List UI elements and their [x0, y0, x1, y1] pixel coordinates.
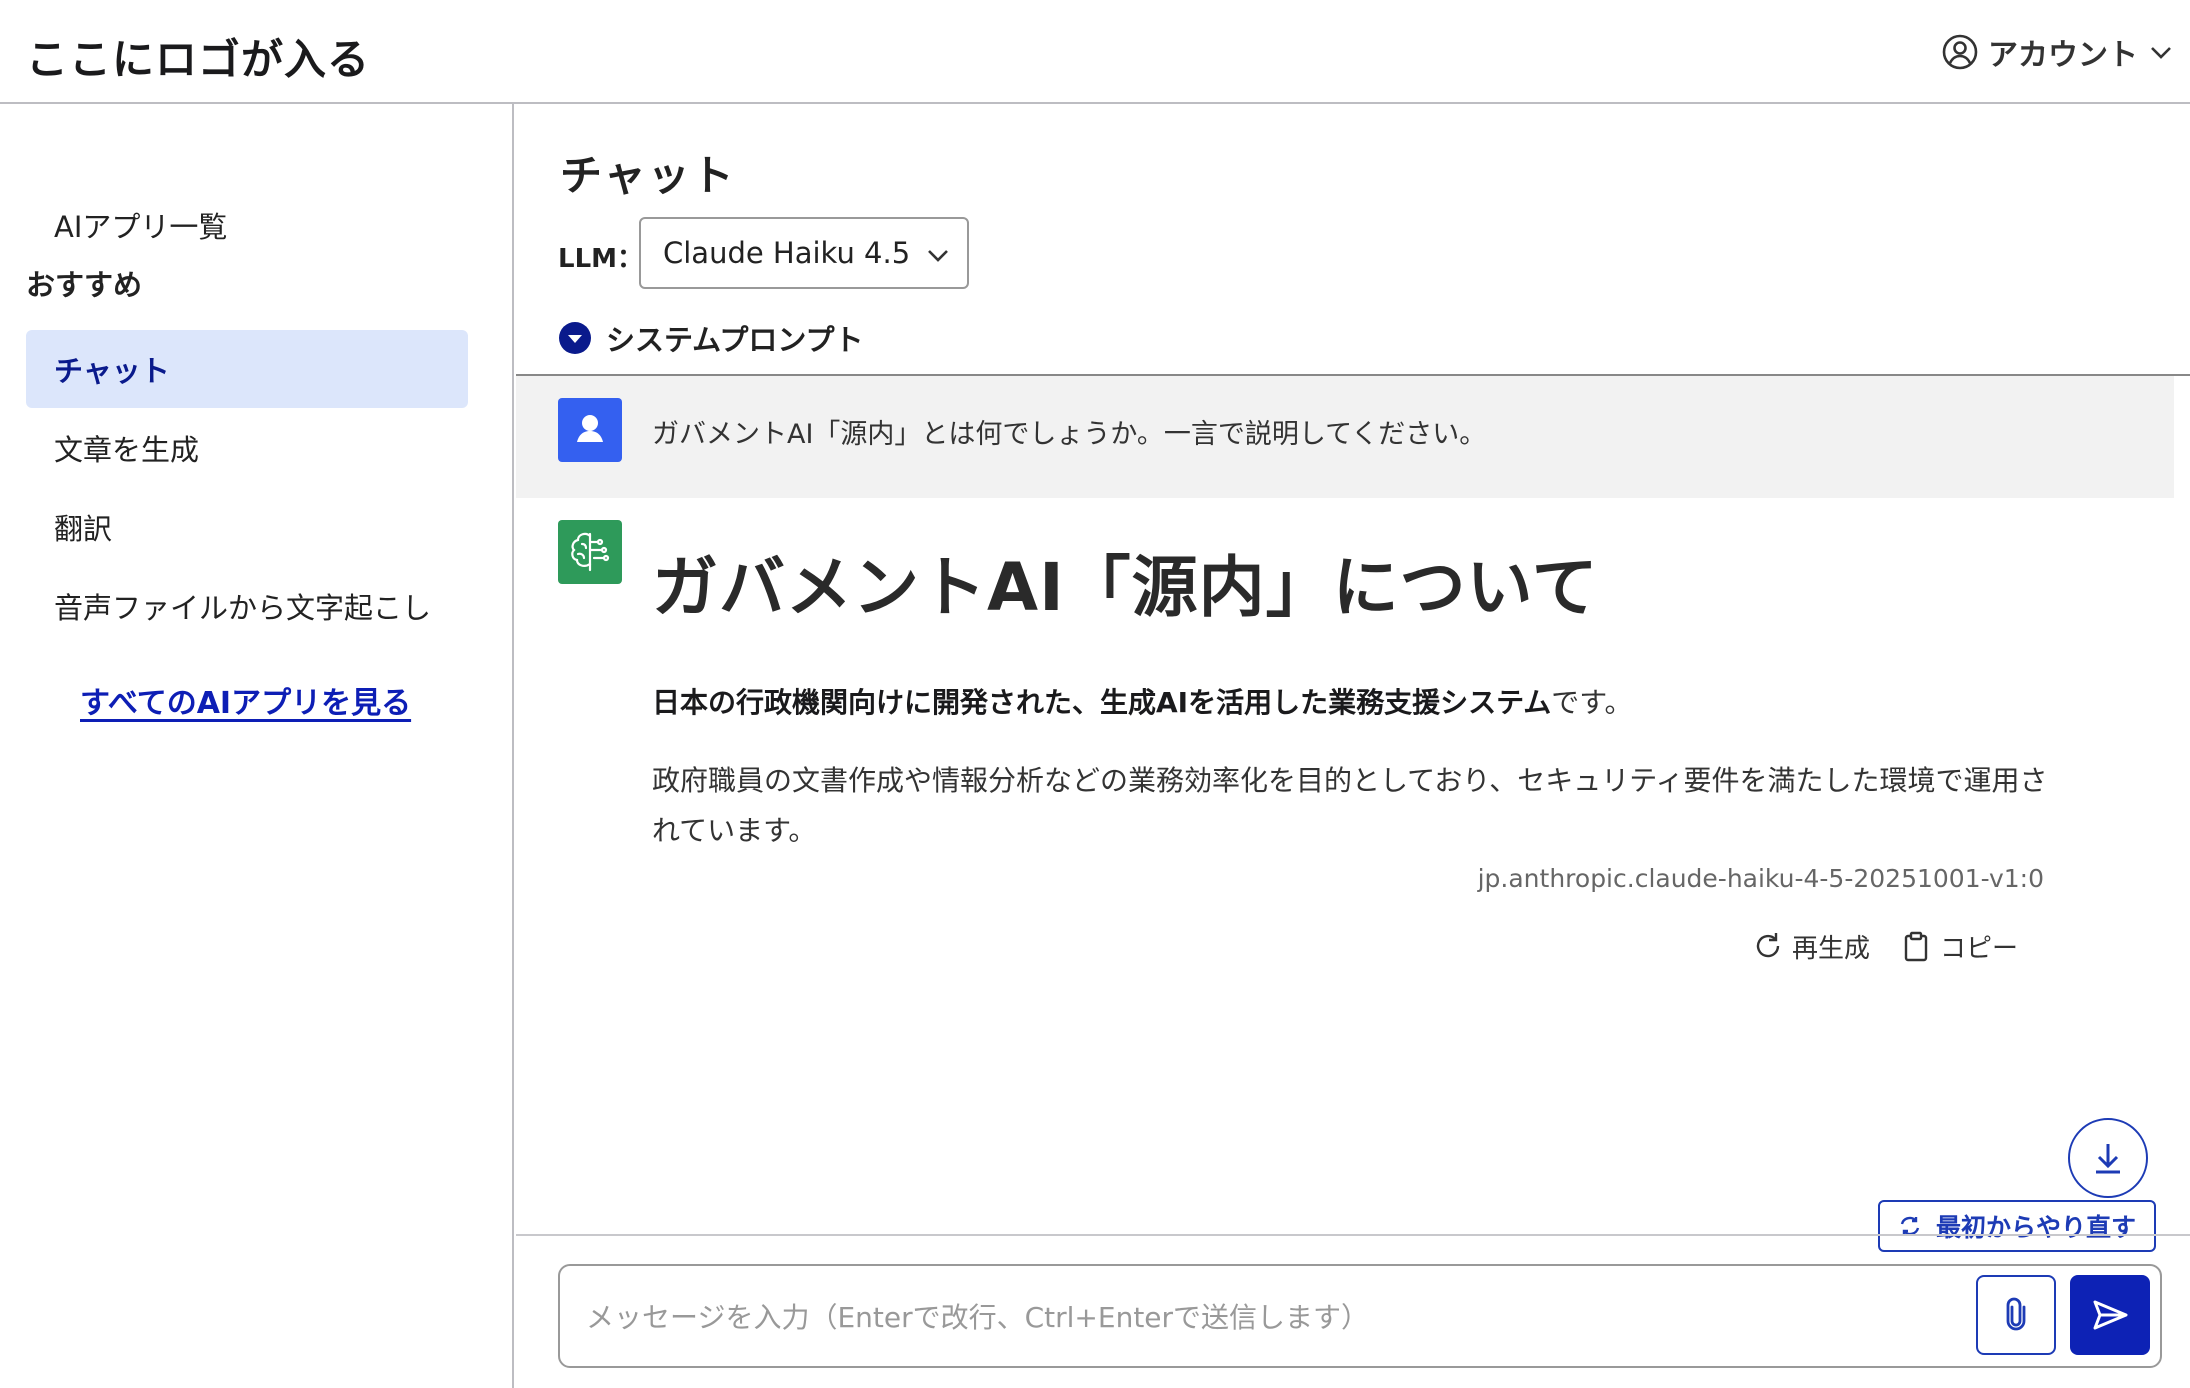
copy-button[interactable]: コピー: [1900, 926, 2018, 966]
brain-icon: [571, 532, 610, 572]
logo[interactable]: ここにロゴが入る: [26, 26, 370, 87]
system-prompt-label: システムプロンプト: [606, 323, 864, 357]
restart-label: 最初からやり直す: [1935, 1213, 2136, 1242]
send-button[interactable]: [2070, 1275, 2150, 1355]
sidebar-item-generate-text[interactable]: 文章を生成: [26, 409, 468, 487]
copy-label: コピー: [1940, 933, 2019, 964]
chevron-down-icon: [2148, 39, 2174, 65]
sidebar-item-label: 音声ファイルから文字起こし: [54, 591, 432, 625]
message-input[interactable]: [586, 1296, 1916, 1338]
ai-avatar: [558, 520, 622, 584]
answer-bold-text: 日本の行政機関向けに開発された、生成AIを活用した業務支援システム: [652, 686, 1552, 719]
account-label: アカウント: [1988, 38, 2138, 73]
user-message-row: ガバメントAI「源内」とは何でしょうか。一言で説明してください。: [516, 376, 2174, 498]
account-menu[interactable]: アカウント: [1942, 28, 2174, 76]
answer-paragraph-1: 日本の行政機関向けに開発された、生成AIを活用した業務支援システムです。: [652, 681, 1632, 721]
sidebar-heading-recommended: おすすめ: [26, 268, 143, 302]
sidebar-item-label: AIアプリ一覧: [54, 210, 228, 244]
llm-selected-value: Claude Haiku 4.5: [663, 236, 911, 270]
answer-heading: ガバメントAI「源内」について: [652, 549, 1599, 626]
sidebar-item-label: 文章を生成: [54, 433, 200, 467]
send-icon: [2093, 1300, 2128, 1330]
arrow-down-icon: [2096, 1144, 2120, 1174]
regenerate-button[interactable]: 再生成: [1752, 926, 1870, 966]
answer-text: です。: [1551, 686, 1633, 719]
sidebar-item-chat[interactable]: チャット: [26, 330, 468, 408]
sidebar-item-label: 翻訳: [54, 512, 113, 546]
answer-paragraph-2: 政府職員の文書作成や情報分析などの業務効率化を目的としており、セキュリティ要件を…: [652, 764, 2048, 847]
system-prompt-toggle[interactable]: システムプロンプト: [558, 316, 864, 360]
llm-label: LLM：: [558, 244, 644, 274]
sidebar-item-transcribe[interactable]: 音声ファイルから文字起こし: [26, 567, 468, 645]
llm-select[interactable]: Claude Haiku 4.5: [639, 217, 969, 289]
sidebar-item-translate[interactable]: 翻訳: [26, 488, 468, 566]
expand-circle-icon: [559, 322, 591, 354]
message-input-container: [558, 1264, 2162, 1368]
all-apps-link[interactable]: すべてのAIアプリを見る: [80, 678, 411, 722]
refresh-icon: [1756, 933, 1780, 958]
user-avatar: [558, 398, 622, 462]
app-header: ここにロゴが入る アカウント: [0, 0, 2190, 104]
chevron-down-icon: [928, 250, 948, 262]
regenerate-label: 再生成: [1792, 933, 1871, 964]
restart-button[interactable]: 最初からやり直す: [1878, 1200, 2156, 1252]
clipboard-icon: [1904, 931, 1928, 962]
sidebar-item-ai-apps[interactable]: AIアプリ一覧: [26, 186, 468, 264]
sidebar: AIアプリ一覧 おすすめ チャット 文章を生成 翻訳 音声ファイルから文字起こし…: [0, 104, 514, 1388]
paperclip-icon: [2006, 1297, 2026, 1331]
sidebar-item-label: チャット: [54, 354, 170, 388]
scroll-to-bottom-button[interactable]: [2068, 1118, 2148, 1198]
attach-button[interactable]: [1976, 1275, 2056, 1355]
user-message-text: ガバメントAI「源内」とは何でしょうか。一言で説明してください。: [652, 419, 1487, 450]
user-icon: [577, 415, 603, 442]
page-title: チャット: [560, 151, 736, 200]
main-content: チャット LLM： Claude Haiku 4.5 システムプロンプト ガバメ…: [516, 104, 2190, 1388]
divider: [516, 1234, 2190, 1236]
model-id: jp.anthropic.claude-haiku-4-5-20251001-v…: [1477, 864, 2044, 893]
account-icon: [1942, 34, 1978, 70]
